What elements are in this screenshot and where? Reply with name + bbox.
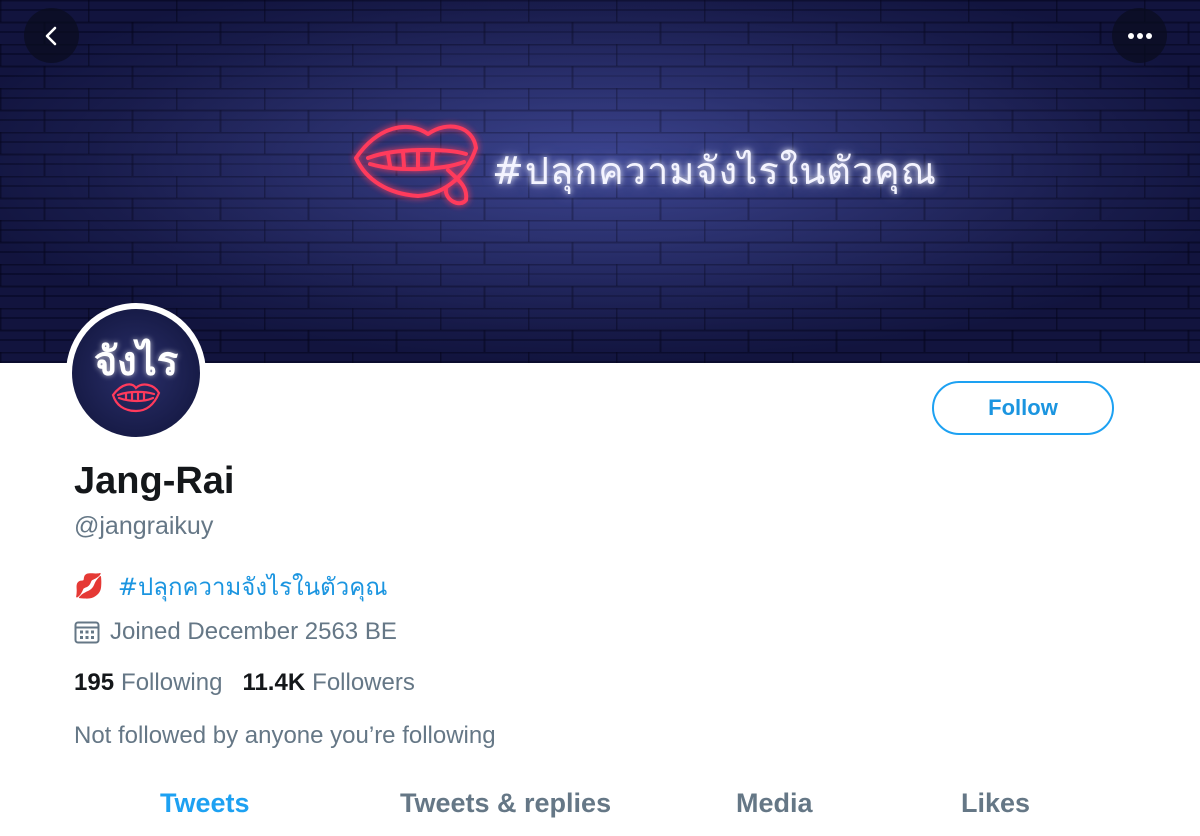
more-options-button[interactable] [1112,8,1167,63]
avatar-image: จังไร [72,309,200,437]
calendar-icon [74,621,100,644]
following-label: Following [121,669,223,696]
profile-bio: 💋 #ปลุกความจังไรในตัวคุณ [74,568,388,604]
bio-hashtag-link[interactable]: #ปลุกความจังไรในตัวคุณ [118,567,388,606]
not-followed-notice: Not followed by anyone you’re following [74,722,496,749]
profile-handle: @jangraikuy [74,512,214,540]
joined-date: Joined December 2563 BE [74,616,397,648]
tab-likes[interactable]: Likes [961,780,1030,826]
avatar[interactable]: จังไร [66,303,206,443]
follow-button[interactable]: Follow [932,381,1114,435]
follow-stats: 195 Following 11.4K Followers [74,666,435,700]
following-stat[interactable]: 195 Following [74,669,222,697]
profile-banner[interactable]: #ปลุกความจังไรในตัวคุณ [0,0,1200,363]
tab-tweets[interactable]: Tweets [160,780,250,826]
profile-tabs: Tweets Tweets & replies Media Likes [0,780,1200,830]
kiss-mark-icon: 💋 [74,572,104,600]
tab-media[interactable]: Media [736,780,813,826]
followers-stat[interactable]: 11.4K Followers [242,669,414,697]
following-count: 195 [74,669,115,696]
more-horizontal-icon [1127,32,1152,39]
lips-icon [111,383,161,413]
back-button[interactable] [24,8,79,63]
tab-tweets-and-replies[interactable]: Tweets & replies [400,780,611,826]
chevron-left-icon [45,26,56,45]
joined-text: Joined December 2563 BE [110,618,397,645]
followers-label: Followers [312,669,415,696]
banner-hashtag-text: #ปลุกความจังไรในตัวคุณ [492,149,937,193]
followers-count: 11.4K [242,669,306,696]
profile-name: Jang-Rai [74,460,235,502]
